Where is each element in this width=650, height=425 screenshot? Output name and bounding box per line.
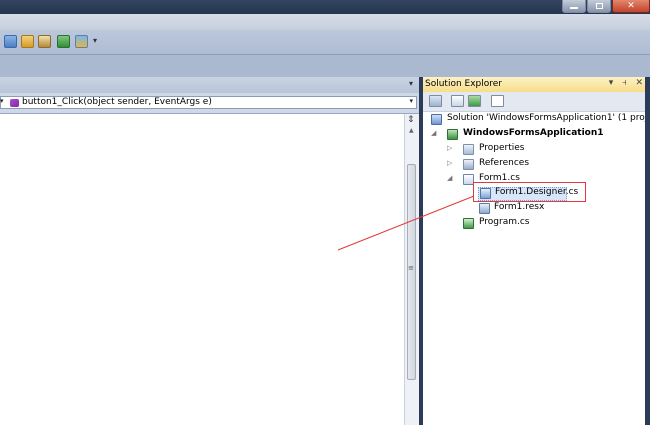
window-controls: ✕	[561, 0, 650, 14]
member-dropdown-arrow-icon[interactable]: ▾	[409, 97, 413, 105]
tree-item-label: WindowsFormsApplication1	[463, 128, 604, 138]
scroll-up-icon[interactable]: ▲	[409, 127, 414, 134]
expand-arrow-icon[interactable]: ▷	[447, 144, 452, 152]
tree-item-label: References	[479, 158, 530, 168]
expand-arrow-icon[interactable]: ▷	[447, 159, 452, 167]
start-page-icon[interactable]	[57, 35, 70, 48]
find-in-files-icon[interactable]	[4, 35, 17, 48]
code-editor[interactable]	[0, 114, 404, 425]
toolbar-band	[0, 55, 650, 77]
show-all-files-icon[interactable]	[429, 95, 442, 107]
navigation-bar: ▾ button1_Click(object sender, EventArgs…	[0, 93, 419, 114]
annotation-highlight-box	[473, 182, 586, 202]
maximize-icon	[595, 3, 603, 9]
toolbox-icon[interactable]	[38, 35, 51, 48]
refresh-icon[interactable]	[468, 95, 481, 107]
solution-explorer-panel: Solution Explorer ▾ ⫞ ✕ Solution 'Window…	[423, 77, 650, 425]
csharp-file-icon	[463, 218, 474, 229]
toolbar-overflow-icon[interactable]: ▾	[93, 36, 97, 45]
scrollbar-grip-icon: ≡	[408, 264, 414, 272]
type-dropdown-arrow-icon[interactable]: ▾	[0, 97, 4, 105]
solution-icon	[431, 114, 442, 125]
editor-vertical-scrollbar[interactable]: ⇕ ▲ ≡	[404, 114, 419, 425]
view-code-icon[interactable]	[491, 95, 504, 107]
close-button[interactable]: ✕	[612, 0, 650, 13]
splitter-icon[interactable]: ⇕	[407, 115, 415, 125]
resource-file-icon	[479, 203, 490, 214]
collapse-arrow-icon[interactable]: ◢	[447, 174, 452, 182]
tab-dropdown-icon[interactable]: ▾	[409, 79, 413, 88]
minimize-icon	[570, 7, 578, 9]
properties-folder-icon	[463, 144, 474, 155]
solution-explorer-title: Solution Explorer	[425, 79, 502, 89]
menu-strip	[0, 14, 650, 30]
collapse-arrow-icon[interactable]: ◢	[431, 129, 436, 137]
minimize-button[interactable]	[562, 0, 586, 13]
window-frame-edge	[645, 77, 650, 425]
panel-title-buttons[interactable]: ▾ ⫞ ✕	[609, 78, 646, 88]
tree-item-label: Program.cs	[479, 217, 530, 227]
tree-item-label: Solution 'WindowsFormsApplication1' (1 p…	[447, 113, 650, 123]
window-title-bar: ✕	[0, 0, 650, 14]
extension-manager-icon[interactable]	[75, 35, 88, 48]
properties-icon[interactable]	[451, 95, 464, 107]
tree-item-label: Form1.resx	[494, 202, 545, 212]
solution-explorer-title-bar[interactable]: Solution Explorer ▾ ⫞ ✕	[423, 77, 650, 93]
tree-item-label: Properties	[479, 143, 525, 153]
standard-toolbar: ▾	[0, 30, 650, 55]
solution-explorer-toolbar	[423, 92, 650, 112]
member-dropdown[interactable]: ▾ button1_Click(object sender, EventArgs…	[0, 96, 417, 109]
maximize-button[interactable]	[587, 0, 611, 13]
editor-tab-strip: ▾	[0, 77, 419, 93]
properties-window-icon[interactable]	[21, 35, 34, 48]
close-icon: ✕	[627, 1, 635, 11]
csharp-project-icon	[447, 129, 458, 140]
scrollbar-thumb[interactable]	[407, 164, 416, 380]
references-folder-icon	[463, 159, 474, 170]
method-icon	[10, 99, 19, 107]
member-dropdown-text: button1_Click(object sender, EventArgs e…	[22, 97, 212, 107]
